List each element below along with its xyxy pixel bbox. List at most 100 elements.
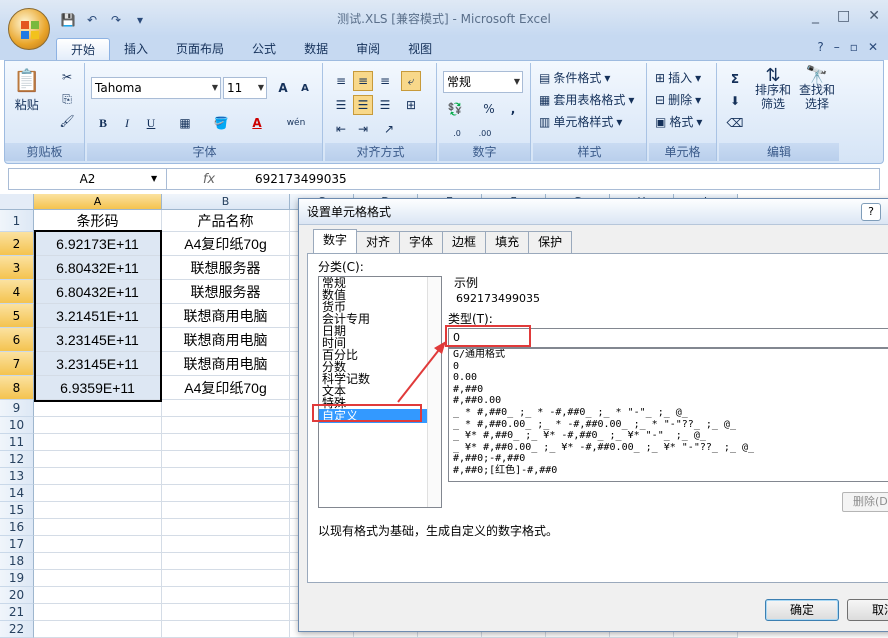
cell-b[interactable]: 产品名称 — [162, 210, 290, 232]
row-header[interactable]: 18 — [0, 553, 34, 570]
increase-decimal-icon[interactable]: .0 — [445, 123, 469, 143]
format-code-item[interactable]: G/通用格式 — [449, 349, 888, 361]
tab-font[interactable]: 字体 — [399, 231, 444, 253]
cell-b[interactable]: 联想服务器 — [162, 280, 290, 304]
cell-b[interactable] — [162, 451, 290, 468]
cell-a[interactable]: 6.80432E+11 — [34, 256, 162, 280]
fill-icon[interactable]: ⬇ — [725, 91, 745, 111]
cell-b[interactable] — [162, 434, 290, 451]
format-code-item[interactable]: 0 — [449, 361, 888, 373]
autosum-button[interactable]: Σ — [725, 69, 745, 89]
name-box[interactable]: A2 — [9, 169, 167, 189]
format-code-list[interactable]: G/通用格式 0 0.00 #,##0 #,##0.00 _ * #,##0_ ;_ * … — [448, 348, 888, 482]
row-header[interactable]: 19 — [0, 570, 34, 587]
bold-button[interactable]: B — [93, 113, 113, 133]
tab-data[interactable]: 数据 — [290, 38, 342, 60]
row-header[interactable]: 15 — [0, 502, 34, 519]
cell-a[interactable] — [34, 621, 162, 638]
font-color-button[interactable]: A — [247, 113, 267, 133]
cell-a[interactable]: 6.92173E+11 — [34, 232, 162, 256]
align-center-icon[interactable]: ☰ — [353, 95, 373, 115]
tab-number[interactable]: 数字 — [313, 229, 358, 253]
tab-protection[interactable]: 保护 — [528, 231, 573, 253]
orientation-icon[interactable]: ↗ — [379, 119, 399, 139]
align-bottom-icon[interactable]: ≡ — [375, 71, 395, 91]
cell-b[interactable] — [162, 502, 290, 519]
name-box-dropdown-icon[interactable]: ▼ — [151, 169, 157, 189]
sort-filter-button[interactable]: ⇅ 排序和 筛选 — [755, 67, 791, 112]
cell-a[interactable] — [34, 502, 162, 519]
cell-b[interactable] — [162, 400, 290, 417]
copy-icon[interactable]: ⎘ — [57, 89, 77, 109]
cell-b[interactable]: A4复印纸70g — [162, 232, 290, 256]
format-code-item[interactable]: #,##0;-#,##0 — [449, 453, 888, 465]
insert-cells-button[interactable]: ⊞ 插入 ▾ — [655, 69, 701, 86]
comma-button[interactable]: , — [503, 99, 523, 119]
merge-center-icon[interactable]: ⊞ — [401, 95, 421, 115]
align-right-icon[interactable]: ☰ — [375, 95, 395, 115]
row-header[interactable]: 8 — [0, 376, 34, 400]
row-header[interactable]: 5 — [0, 304, 34, 328]
align-left-icon[interactable]: ☰ — [331, 95, 351, 115]
help-icon[interactable]: ? — [817, 40, 823, 54]
row-header[interactable]: 13 — [0, 468, 34, 485]
align-middle-icon[interactable]: ≡ — [353, 71, 373, 91]
cell-a[interactable] — [34, 451, 162, 468]
cell-a[interactable]: 6.9359E+11 — [34, 376, 162, 400]
wrap-text-icon[interactable]: ⤶ — [401, 71, 421, 91]
cell-b[interactable] — [162, 604, 290, 621]
cell-b[interactable]: 联想商用电脑 — [162, 304, 290, 328]
row-header[interactable]: 6 — [0, 328, 34, 352]
tab-home[interactable]: 开始 — [56, 38, 111, 60]
cell-b[interactable] — [162, 519, 290, 536]
increase-indent-icon[interactable]: ⇥ — [353, 119, 373, 139]
row-header[interactable]: 10 — [0, 417, 34, 434]
ribbon-minimize-icon[interactable]: – — [834, 40, 840, 54]
select-all-corner[interactable] — [0, 194, 34, 210]
border-icon[interactable]: ▦ — [175, 113, 195, 133]
row-header[interactable]: 3 — [0, 256, 34, 280]
minimize-button[interactable]: _ — [812, 8, 819, 24]
cell-b[interactable]: A4复印纸70g — [162, 376, 290, 400]
format-code-item[interactable]: #,##0.00 — [449, 395, 888, 407]
row-header[interactable]: 21 — [0, 604, 34, 621]
row-header[interactable]: 14 — [0, 485, 34, 502]
number-format-select[interactable]: 常规 ▼ — [443, 71, 523, 93]
delete-format-button[interactable]: 删除(D) — [842, 492, 888, 512]
cell-a[interactable] — [34, 434, 162, 451]
format-code-item[interactable]: #,##0;[红色]-#,##0 — [449, 465, 888, 477]
row-header[interactable]: 9 — [0, 400, 34, 417]
grow-font-button[interactable]: A — [273, 78, 293, 98]
currency-icon[interactable]: 💱 — [445, 99, 465, 119]
cell-a[interactable] — [34, 485, 162, 502]
close-button[interactable]: ✕ — [868, 8, 880, 24]
ribbon-close-icon[interactable]: ✕ — [868, 40, 878, 54]
ok-button[interactable]: 确定 — [765, 599, 839, 621]
cell-a[interactable]: 6.80432E+11 — [34, 280, 162, 304]
cell-a[interactable] — [34, 400, 162, 417]
maximize-button[interactable]: □ — [837, 8, 850, 24]
cell-a[interactable] — [34, 587, 162, 604]
cell-b[interactable] — [162, 417, 290, 434]
insert-function-icon[interactable]: fx — [203, 172, 215, 187]
tab-view[interactable]: 视图 — [394, 38, 446, 60]
find-select-button[interactable]: 🔭 查找和 选择 — [799, 67, 835, 112]
cell-a[interactable]: 3.21451E+11 — [34, 304, 162, 328]
cell-a[interactable] — [34, 536, 162, 553]
category-scrollbar[interactable] — [427, 277, 441, 507]
cut-icon[interactable]: ✂ — [57, 67, 77, 87]
row-header[interactable]: 12 — [0, 451, 34, 468]
tab-insert[interactable]: 插入 — [110, 38, 162, 60]
format-painter-icon[interactable]: 🖌 — [57, 111, 77, 131]
tab-formulas[interactable]: 公式 — [238, 38, 290, 60]
paste-button[interactable]: 📋 粘贴 — [13, 69, 40, 113]
format-code-item[interactable]: _ ¥* #,##0_ ;_ ¥* -#,##0_ ;_ ¥* "-"_ ;_ … — [449, 430, 888, 442]
tab-review[interactable]: 审阅 — [342, 38, 394, 60]
category-item[interactable]: 自定义 — [319, 409, 441, 423]
cell-b[interactable] — [162, 587, 290, 604]
delete-cells-button[interactable]: ⊟ 删除 ▾ — [655, 91, 701, 108]
cell-b[interactable]: 联想商用电脑 — [162, 328, 290, 352]
format-as-table-button[interactable]: ▦ 套用表格格式 ▾ — [539, 91, 634, 108]
fill-color-icon[interactable]: 🪣 — [211, 113, 231, 133]
row-header[interactable]: 22 — [0, 621, 34, 638]
